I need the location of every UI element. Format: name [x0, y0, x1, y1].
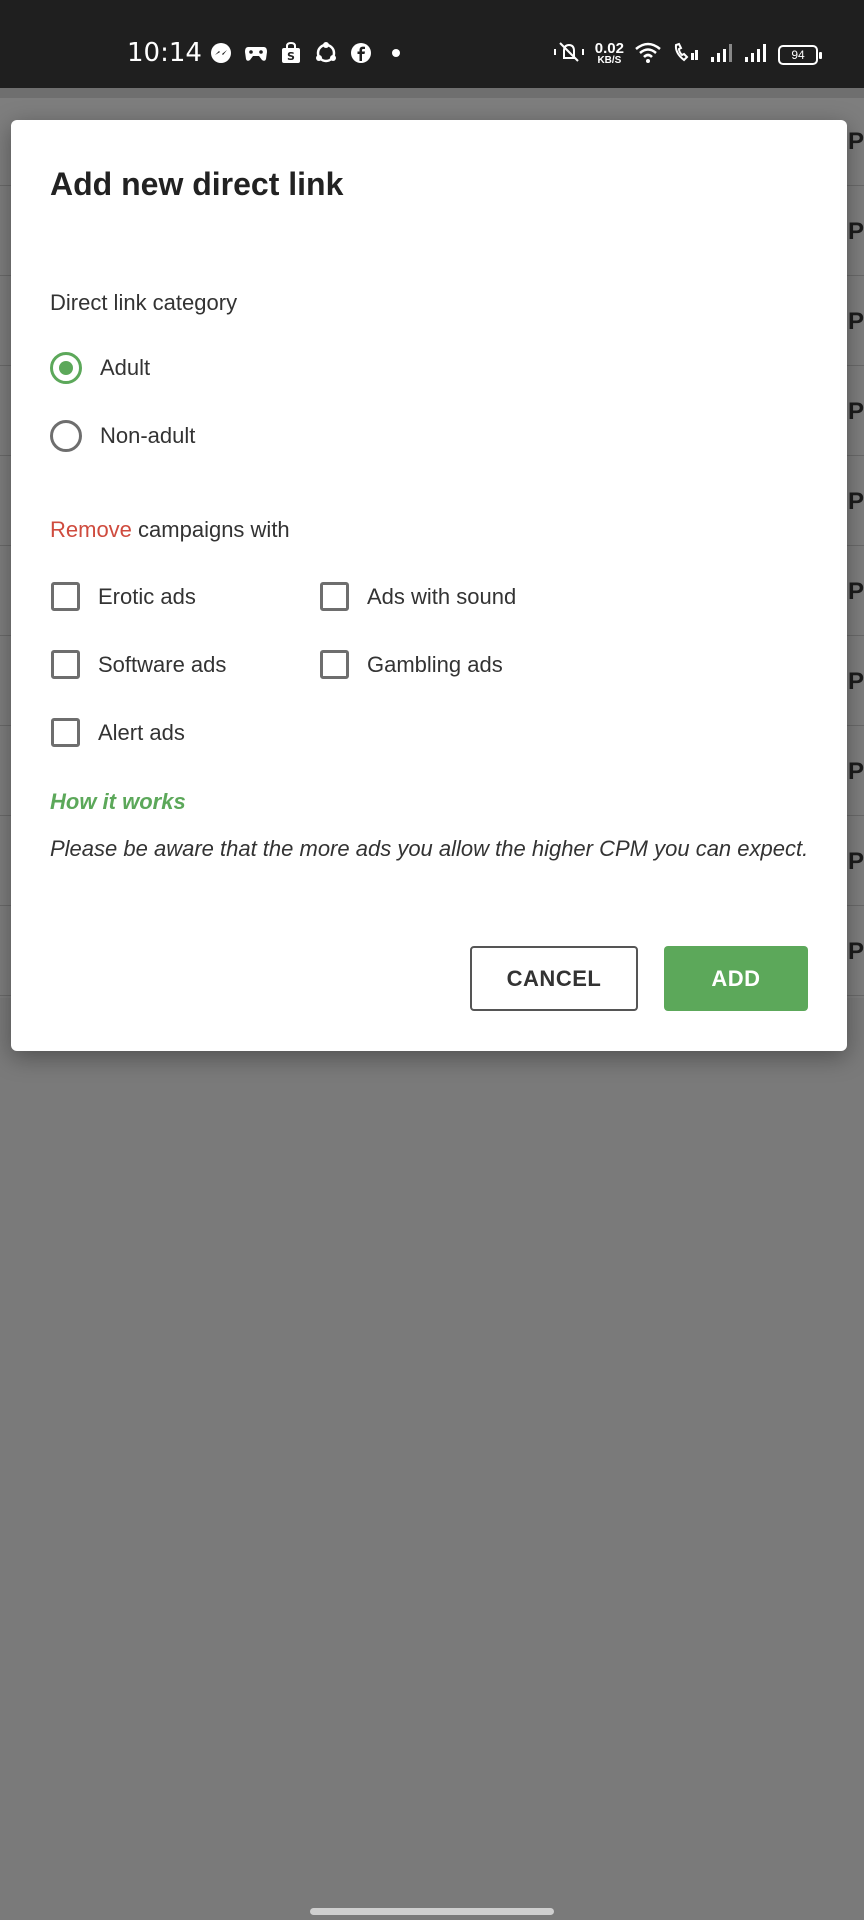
radio-label-adult: Adult [100, 355, 151, 380]
net-speed: 0.02 KB/S [594, 39, 624, 67]
add-direct-link-dialog: Add new direct link Direct link category… [11, 120, 847, 1051]
background-row-label: PY [848, 938, 864, 965]
svg-text:S: S [287, 50, 295, 63]
facebook-icon [348, 40, 373, 65]
checkbox-label-software-ads: Software ads [98, 651, 227, 677]
cpm-note: Please be aware that the more ads you al… [50, 836, 809, 861]
checkbox-software-ads[interactable] [51, 650, 80, 679]
category-label: Direct link category [50, 290, 238, 315]
background-row-label: PY [848, 308, 864, 335]
messenger-icon [208, 40, 233, 65]
checkbox-row-gambling-ads[interactable]: Gambling ads [320, 650, 503, 679]
share-icon [313, 40, 338, 65]
checkbox-label-alert-ads: Alert ads [98, 719, 185, 745]
wifi-calling-icon [672, 41, 700, 68]
background-row-label: PY [848, 128, 864, 155]
radio-button-non-adult[interactable] [50, 420, 82, 452]
battery-icon: 94 [778, 44, 822, 65]
home-indicator[interactable] [310, 1908, 554, 1915]
net-speed-value: 0.02 [594, 39, 624, 57]
signal-icon-2 [744, 41, 768, 68]
radio-label-non-adult: Non-adult [100, 423, 196, 448]
checkbox-erotic-ads[interactable] [51, 582, 80, 611]
signal-icon-1 [710, 41, 734, 68]
background-row-label: PY [848, 668, 864, 695]
background-header-strip [0, 88, 864, 98]
status-bar: 10:14 S 0.02 KB/S 94 [0, 0, 864, 88]
remove-suffix: campaigns with [131, 517, 290, 542]
checkbox-label-gambling-ads: Gambling ads [367, 651, 503, 677]
gamepad-icon [243, 40, 268, 65]
checkbox-row-ads-with-sound[interactable]: Ads with sound [320, 582, 516, 611]
background-row-label: PY [848, 578, 864, 605]
notification-icons: S [208, 40, 408, 65]
checkbox-alert-ads[interactable] [51, 718, 80, 747]
radio-option-adult[interactable]: Adult [50, 352, 150, 384]
remove-word: Remove [50, 517, 132, 542]
radio-option-non-adult[interactable]: Non-adult [50, 420, 195, 452]
checkbox-row-software-ads[interactable]: Software ads [51, 650, 226, 679]
checkbox-row-alert-ads[interactable]: Alert ads [51, 718, 185, 747]
how-it-works-link[interactable]: How it works [50, 789, 186, 815]
background-row-label: PY [848, 398, 864, 425]
background-row-label: PY [848, 218, 864, 245]
background-row-label: PY [848, 488, 864, 515]
add-button[interactable]: ADD [664, 946, 808, 1011]
background-row-label: PY [848, 848, 864, 875]
dialog-title: Add new direct link [50, 166, 344, 202]
shop-icon: S [278, 40, 303, 65]
checkbox-label-ads-with-sound: Ads with sound [367, 583, 517, 609]
cancel-button[interactable]: CANCEL [470, 946, 638, 1011]
net-speed-unit: KB/S [597, 54, 622, 66]
checkbox-label-erotic-ads: Erotic ads [98, 583, 196, 609]
remove-campaigns-label: Remove campaigns with [50, 517, 290, 543]
checkbox-ads-with-sound[interactable] [320, 582, 349, 611]
mute-vibrate-icon [553, 40, 585, 69]
dot-icon [383, 40, 408, 65]
checkbox-row-erotic-ads[interactable]: Erotic ads [51, 582, 196, 611]
status-right: 0.02 KB/S 94 [553, 39, 822, 69]
radio-button-adult[interactable] [50, 352, 82, 384]
checkbox-gambling-ads[interactable] [320, 650, 349, 679]
wifi-icon [634, 41, 662, 68]
status-time: 10:14 [127, 38, 202, 68]
background-row-label: PY [848, 758, 864, 785]
